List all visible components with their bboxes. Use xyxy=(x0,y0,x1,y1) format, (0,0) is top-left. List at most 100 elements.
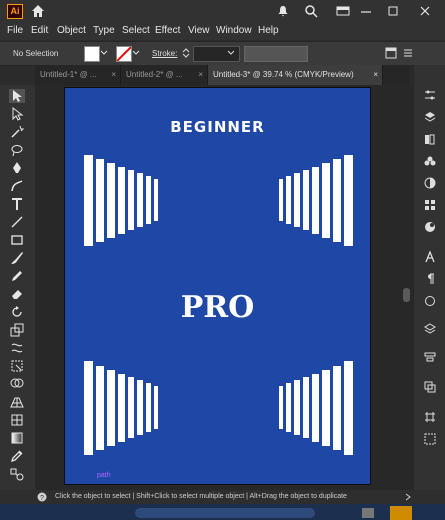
gradient-tool[interactable] xyxy=(9,431,25,445)
workspace-switcher-icon[interactable] xyxy=(336,4,350,18)
pencil-tool[interactable] xyxy=(9,269,25,283)
menu-view[interactable]: View xyxy=(188,25,210,36)
line-tool[interactable] xyxy=(9,215,25,229)
stripe-bar[interactable] xyxy=(333,366,341,450)
close-icon[interactable]: × xyxy=(111,65,116,85)
pen-tool[interactable] xyxy=(9,161,25,175)
artboard[interactable]: BEGINNER PRO path xyxy=(64,87,371,485)
selection-tool[interactable] xyxy=(9,89,25,103)
stripe-bar[interactable] xyxy=(137,173,143,227)
stripe-bar[interactable] xyxy=(107,163,115,238)
bell-icon[interactable] xyxy=(276,4,290,18)
stripe-bar[interactable] xyxy=(96,159,104,242)
pathfinder-icon[interactable] xyxy=(424,381,436,393)
chevron-right-icon[interactable] xyxy=(404,493,412,501)
home-icon[interactable] xyxy=(31,4,45,18)
appearance-icon[interactable] xyxy=(424,221,436,233)
help-icon[interactable]: ? xyxy=(37,492,47,502)
close-icon[interactable]: × xyxy=(373,65,378,85)
color-icon[interactable] xyxy=(424,177,436,189)
close-window-icon[interactable] xyxy=(418,4,432,18)
swatches-icon[interactable] xyxy=(424,199,436,211)
align-icon[interactable] xyxy=(424,351,436,363)
close-icon[interactable]: × xyxy=(198,65,203,85)
menu-type[interactable]: Type xyxy=(93,25,115,36)
stroke-label[interactable]: Stroke: xyxy=(152,49,177,58)
maximize-icon[interactable] xyxy=(386,4,400,18)
menu-effect[interactable]: Effect xyxy=(155,25,180,36)
properties-icon[interactable] xyxy=(424,89,436,101)
control-menu-icon[interactable] xyxy=(402,47,414,59)
paragraph-icon[interactable] xyxy=(424,273,436,285)
vertical-scrollbar[interactable] xyxy=(402,88,411,486)
chevron-down-icon[interactable] xyxy=(132,50,140,56)
asset-export-icon[interactable] xyxy=(424,433,436,445)
stripe-bar[interactable] xyxy=(344,361,353,455)
type-tool[interactable] xyxy=(9,197,25,211)
paintbrush-tool[interactable] xyxy=(9,251,25,265)
stripe-bar[interactable] xyxy=(107,370,115,446)
menu-object[interactable]: Object xyxy=(57,25,86,36)
direct-selection-tool[interactable] xyxy=(9,107,25,121)
menu-file[interactable]: File xyxy=(7,25,23,36)
scroll-thumb[interactable] xyxy=(403,288,410,302)
taskbar-search-box[interactable] xyxy=(135,508,315,518)
artboards-icon[interactable] xyxy=(424,411,436,423)
panel-toggle-icon[interactable] xyxy=(385,47,397,59)
rotate-tool[interactable] xyxy=(9,305,25,319)
menu-select[interactable]: Select xyxy=(122,25,150,36)
pro-text[interactable]: PRO xyxy=(65,290,370,325)
menu-window[interactable]: Window xyxy=(216,25,252,36)
eraser-tool[interactable] xyxy=(9,287,25,301)
stripe-bar[interactable] xyxy=(154,386,158,429)
symbols-icon[interactable] xyxy=(424,155,436,167)
stripe-bar[interactable] xyxy=(128,377,134,438)
stripe-bar[interactable] xyxy=(137,380,143,435)
rectangle-tool[interactable] xyxy=(9,233,25,247)
stripe-bar[interactable] xyxy=(279,179,283,221)
chevron-down-icon[interactable] xyxy=(227,50,235,56)
stripe-bar[interactable] xyxy=(294,380,300,435)
stepper-icon[interactable] xyxy=(181,48,191,58)
stripe-bar[interactable] xyxy=(279,386,283,429)
beginner-text[interactable]: BEGINNER xyxy=(65,118,370,136)
search-icon[interactable] xyxy=(304,4,318,18)
scale-tool[interactable] xyxy=(9,323,25,337)
lasso-tool[interactable] xyxy=(9,143,25,157)
type-panel-icon[interactable] xyxy=(424,251,436,263)
libraries-icon[interactable] xyxy=(424,133,436,145)
stripe-bar[interactable] xyxy=(344,155,353,246)
stripe-bar[interactable] xyxy=(96,366,104,450)
free-transform-tool[interactable] xyxy=(9,359,25,373)
transform-icon[interactable] xyxy=(424,323,436,335)
stripe-bar[interactable] xyxy=(84,361,93,455)
stripe-bar[interactable] xyxy=(146,383,151,432)
curvature-tool[interactable] xyxy=(9,179,25,193)
stripe-bar[interactable] xyxy=(294,173,300,227)
warp-tool[interactable] xyxy=(9,341,25,355)
stripe-bar[interactable] xyxy=(322,163,330,238)
shape-builder-tool[interactable] xyxy=(9,377,25,391)
stripe-bar[interactable] xyxy=(118,374,125,442)
fill-swatch[interactable] xyxy=(84,46,100,62)
menu-help[interactable]: Help xyxy=(258,25,279,36)
stripe-bar[interactable] xyxy=(303,170,309,230)
stripe-bar[interactable] xyxy=(286,383,291,432)
chevron-down-icon[interactable] xyxy=(100,50,108,56)
perspective-grid-tool[interactable] xyxy=(9,395,25,409)
stripe-bar[interactable] xyxy=(84,155,93,246)
stripe-bar[interactable] xyxy=(312,374,319,442)
mesh-tool[interactable] xyxy=(9,413,25,427)
stripe-bar[interactable] xyxy=(128,170,134,230)
stripe-bar[interactable] xyxy=(286,176,291,224)
opentype-icon[interactable] xyxy=(424,295,436,307)
tab-untitled-3[interactable]: Untitled-3* @ 39.74 % (CMYK/Preview) × xyxy=(208,65,383,85)
stripe-bar[interactable] xyxy=(118,167,125,234)
file-explorer-taskbar-icon[interactable] xyxy=(390,506,412,520)
tab-untitled-1[interactable]: Untitled-1* @ ... × xyxy=(35,65,121,85)
taskbar-app-icon[interactable] xyxy=(362,508,374,518)
magic-wand-tool[interactable] xyxy=(9,125,25,139)
stripe-bar[interactable] xyxy=(312,167,319,234)
stroke-swatch[interactable] xyxy=(116,46,132,62)
tab-untitled-2[interactable]: Untitled-2* @ ... × xyxy=(121,65,208,85)
